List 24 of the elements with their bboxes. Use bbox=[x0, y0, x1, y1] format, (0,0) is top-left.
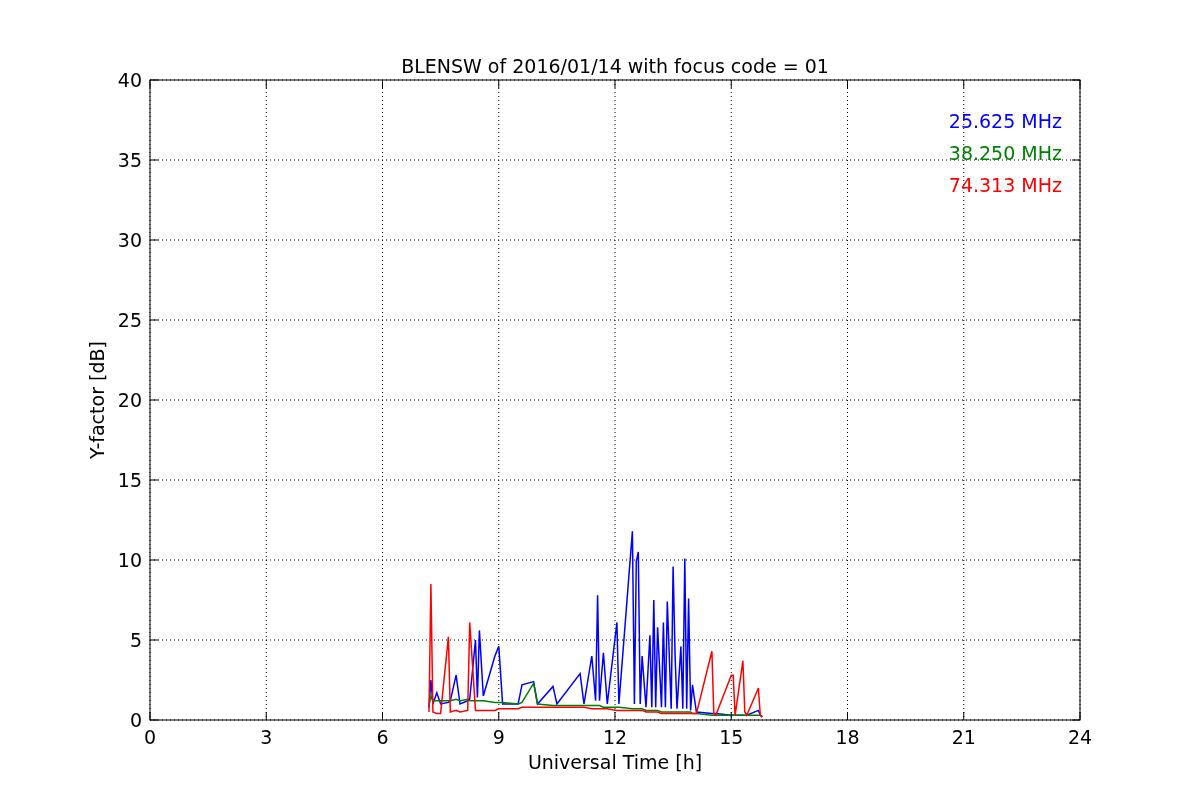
legend-label: 25.625 MHz bbox=[948, 110, 1062, 132]
tick-label: 15 bbox=[117, 469, 142, 491]
y-axis-label: Y-factor [dB] bbox=[86, 341, 108, 459]
tick-label: 24 bbox=[1067, 726, 1093, 748]
tick-label: 30 bbox=[117, 229, 142, 251]
chart-title: BLENSW of 2016/01/14 with focus code = 01 bbox=[401, 55, 829, 77]
tick-label: 40 bbox=[117, 69, 142, 91]
tick-label: 20 bbox=[117, 389, 142, 411]
tick-label: 5 bbox=[129, 629, 142, 651]
tick-label: 0 bbox=[143, 726, 157, 748]
tick-label: 12 bbox=[602, 726, 628, 748]
tick-label: 0 bbox=[129, 709, 142, 731]
tick-label: 6 bbox=[376, 726, 389, 748]
tick-label: 21 bbox=[951, 726, 976, 748]
tick-label: 10 bbox=[117, 549, 142, 571]
tick-label: 18 bbox=[835, 726, 860, 748]
tick-label: 3 bbox=[260, 726, 273, 748]
legend-label: 38.250 MHz bbox=[948, 142, 1062, 164]
x-axis-label: Universal Time [h] bbox=[527, 751, 703, 773]
tick-label: 9 bbox=[492, 726, 505, 748]
legend-label: 74.313 MHz bbox=[948, 174, 1062, 196]
tick-label: 15 bbox=[719, 726, 744, 748]
tick-label: 25 bbox=[117, 309, 142, 331]
tick-label: 35 bbox=[117, 149, 142, 171]
